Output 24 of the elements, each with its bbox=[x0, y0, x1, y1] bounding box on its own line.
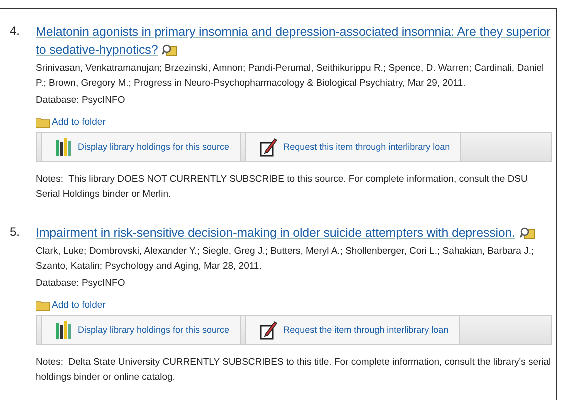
folder-icon bbox=[36, 300, 50, 310]
result-database: Database: PsycINFO bbox=[36, 277, 126, 291]
library-holdings-link[interactable]: Display library holdings for this source bbox=[41, 133, 241, 161]
result-authors: Clark, Luke; Dombrovski, Alexander Y.; Siegle, Greg J.; Butters, Meryl A.; Shollenberger, Cori L.; Sahakian, Barbara J.; Szanto, Katalin; Psychology and Aging, Mar 28, 2011. bbox=[36, 245, 536, 274]
result-number: 5. bbox=[10, 224, 22, 241]
add-to-folder-link[interactable]: Add to folder bbox=[36, 300, 106, 311]
result-database: Database: PsycINFO bbox=[36, 94, 126, 108]
result-title-link[interactable]: Impairment in risk-sensitive decision-making in older suicide attempters with depression. bbox=[36, 224, 552, 242]
books-icon bbox=[56, 138, 72, 156]
result-title-link[interactable]: Melatonin agonists in primary insomnia and depression-associated insomnia: Are they superior to sedative-hypnotics? bbox=[36, 23, 552, 59]
interlibrary-loan-link[interactable]: Request this item through interlibrary loan bbox=[244, 133, 462, 161]
search-icon[interactable] bbox=[520, 227, 536, 240]
library-holdings-link[interactable]: Display library holdings for this source bbox=[41, 316, 241, 344]
result-number: 4. bbox=[10, 23, 22, 40]
pencil-note-icon bbox=[260, 137, 278, 157]
folder-icon bbox=[36, 118, 50, 128]
add-to-folder-link[interactable]: Add to folder bbox=[36, 117, 106, 128]
books-icon bbox=[56, 321, 72, 339]
result-authors: Srinivasan, Venkatramanujan; Brzezinski, Amnon; Pandi-Perumal, Seithikurippu R.; Spence, D. Warren; Cardinali, Daniel P.; Brown, Gregory M.; Progress in Neuro-Psychopharmacology & Biological Psychiatry, Mar 29, 2011. bbox=[36, 62, 546, 91]
result-notes: Notes: Delta State University CURRENTLY SUBSCRIBES to this title. For complete information, consult the library's serial holdings binder or online catalog. bbox=[36, 356, 552, 385]
result-notes: Notes: This library DOES NOT CURRENTLY SUBSCRIBE to this source. For complete information, consult the DSU Serial Holdings binder or Merlin. bbox=[36, 173, 529, 202]
pencil-note-icon bbox=[260, 320, 278, 340]
interlibrary-loan-link[interactable]: Request the item through interlibrary loan bbox=[244, 316, 460, 344]
search-icon[interactable] bbox=[162, 44, 178, 58]
